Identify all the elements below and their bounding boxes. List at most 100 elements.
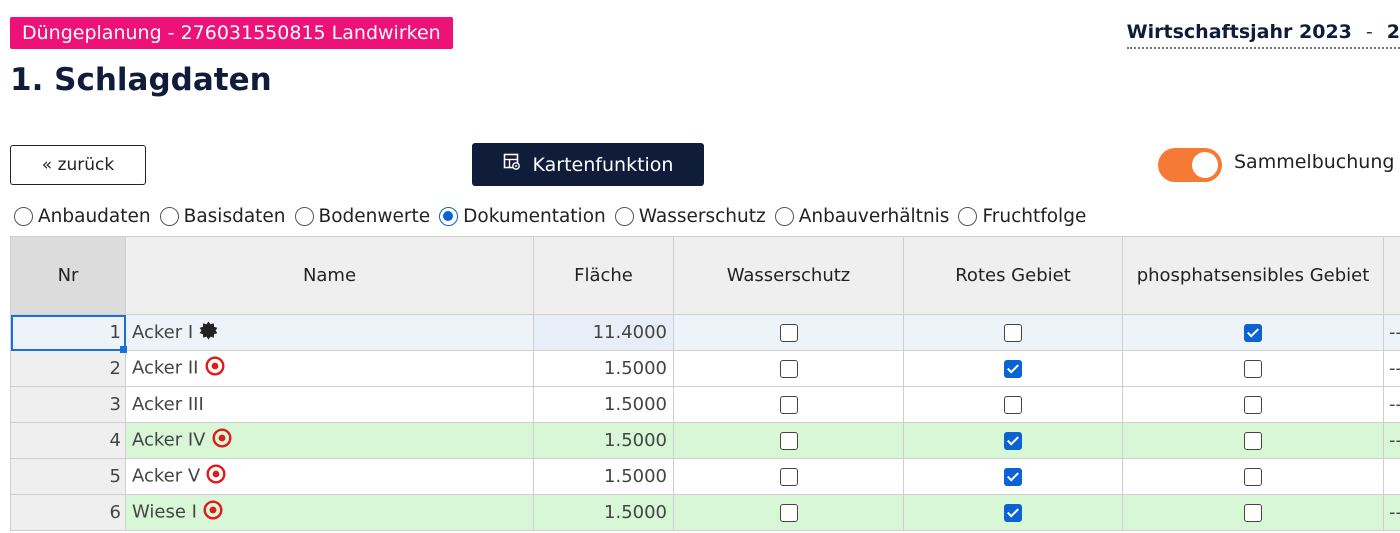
radio-button-selected[interactable] [439, 206, 459, 226]
cell-flaeche[interactable]: 1.5000 [533, 458, 674, 495]
page-title: 1. Schlagdaten [10, 62, 272, 98]
cell-nr[interactable]: 5 [10, 458, 126, 495]
cell-rotes-gebiet [903, 314, 1123, 351]
radio-button[interactable] [958, 206, 978, 226]
radio-bodenwerte[interactable]: Bodenwerte [294, 206, 430, 227]
cell-wasserschutz [673, 314, 904, 351]
cell-flaeche[interactable]: 1.5000 [533, 422, 674, 459]
field-name: Wiese I [132, 501, 197, 523]
table-row[interactable]: 6 Wiese I 1.5000 --- [10, 494, 1400, 531]
cell-nr[interactable]: 2 [10, 350, 126, 387]
rotes-gebiet-checkbox[interactable] [1004, 360, 1022, 378]
year-selector[interactable]: Wirtschaftsjahr 2023-2 [1126, 19, 1400, 49]
cell-phosphat [1122, 422, 1384, 459]
column-header-flaeche[interactable]: Fläche [533, 236, 674, 315]
radio-anbaudaten[interactable]: Anbaudaten [14, 206, 151, 227]
cell-name[interactable]: Acker I [125, 314, 534, 351]
target-icon [204, 356, 225, 381]
table-row[interactable]: 5 Acker V 1.5000 [10, 458, 1400, 495]
cell-wasserschutz [673, 494, 904, 531]
wasserschutz-checkbox[interactable] [779, 324, 798, 342]
cell-flaeche[interactable]: 1.5000 [533, 350, 674, 387]
cell-name[interactable]: Acker V [125, 458, 534, 495]
phosphat-checkbox[interactable] [1244, 504, 1262, 522]
toggle-knob [1192, 152, 1218, 178]
cell-phosphat [1122, 494, 1384, 531]
cell-phosphat [1122, 458, 1384, 495]
radio-label: Fruchtfolge [982, 205, 1087, 227]
rotes-gebiet-checkbox[interactable] [1004, 324, 1022, 342]
cell-nr[interactable]: 6 [10, 494, 126, 531]
column-header-nr[interactable]: Nr [10, 236, 126, 315]
cell-name[interactable]: Acker II [125, 350, 534, 387]
wasserschutz-checkbox[interactable] [779, 504, 798, 522]
phosphat-checkbox[interactable] [1244, 468, 1262, 486]
column-header-wasserschutz[interactable]: Wasserschutz [673, 236, 904, 315]
cell-flaeche[interactable]: 1.5000 [533, 386, 674, 423]
cell-name[interactable]: Wiese I [125, 494, 534, 531]
wasserschutz-checkbox[interactable] [779, 468, 798, 486]
cell-wasserschutz [673, 386, 904, 423]
year-label: Wirtschaftsjahr 2023 [1126, 21, 1352, 43]
cell-rotes-gebiet [903, 386, 1123, 423]
table-row[interactable]: 4 Acker IV 1.5000 --- [10, 422, 1400, 459]
table-header-row: Nr Name Fläche Wasserschutz Rotes Gebiet… [10, 236, 1400, 315]
radio-button[interactable] [294, 206, 314, 226]
radio-wasserschutz[interactable]: Wasserschutz [614, 205, 766, 227]
wasserschutz-checkbox[interactable] [779, 432, 798, 450]
radio-button[interactable] [14, 206, 33, 226]
rotes-gebiet-checkbox[interactable] [1004, 468, 1022, 486]
target-icon [203, 500, 223, 525]
selection-fill-handle[interactable] [120, 346, 127, 353]
phosphat-checkbox[interactable] [1244, 360, 1262, 378]
field-name: Acker IV [132, 429, 206, 451]
field-name: Acker I [132, 321, 194, 343]
table-row[interactable]: 2 Acker II 1.5000 --- [10, 350, 1400, 387]
table-row[interactable]: 1 Acker I 11.4000 --- [10, 314, 1400, 351]
wasserschutz-checkbox[interactable] [779, 360, 798, 378]
cell-name[interactable]: Acker IV [125, 422, 534, 459]
cell-flaeche[interactable]: 11.4000 [533, 314, 674, 351]
phosphat-checkbox[interactable] [1244, 324, 1262, 342]
cell-extra [1383, 458, 1400, 495]
cell-wasserschutz [673, 350, 904, 387]
target-icon [206, 464, 226, 489]
field-name: Acker III [132, 394, 204, 415]
column-header-phosphat[interactable]: phosphatsensibles Gebiet [1122, 236, 1384, 315]
radio-button[interactable] [159, 206, 179, 226]
phosphat-checkbox[interactable] [1244, 432, 1262, 450]
cell-nr[interactable]: 3 [10, 386, 126, 423]
radio-button[interactable] [774, 206, 794, 226]
field-name: Acker V [132, 465, 201, 487]
cell-phosphat [1122, 350, 1384, 387]
radio-anbauverhaeltnis[interactable]: Anbauverhältnis [774, 205, 950, 227]
radio-dokumentation[interactable]: Dokumentation [439, 206, 606, 227]
column-header-rotes-gebiet[interactable]: Rotes Gebiet [903, 236, 1123, 315]
radio-label: Anbaudaten [38, 205, 151, 227]
cell-rotes-gebiet [903, 494, 1123, 531]
radio-button[interactable] [614, 206, 634, 226]
map-function-label: Kartenfunktion [532, 153, 674, 176]
wasserschutz-checkbox[interactable] [779, 396, 798, 414]
radio-basisdaten[interactable]: Basisdaten [159, 206, 286, 227]
rotes-gebiet-checkbox[interactable] [1004, 504, 1022, 522]
cell-flaeche[interactable]: 1.5000 [533, 494, 674, 531]
radio-label: Wasserschutz [638, 205, 766, 227]
rotes-gebiet-checkbox[interactable] [1004, 432, 1022, 450]
phosphat-checkbox[interactable] [1244, 396, 1262, 414]
year-dash: - [1365, 21, 1373, 43]
radio-label: Anbauverhältnis [798, 205, 950, 227]
cell-wasserschutz [673, 422, 904, 459]
map-function-button[interactable]: Kartenfunktion [472, 143, 704, 186]
collective-booking-toggle[interactable] [1158, 148, 1222, 182]
map-icon [503, 153, 521, 176]
cell-nr[interactable]: 1 [10, 314, 126, 351]
column-header-name[interactable]: Name [125, 236, 534, 315]
rotes-gebiet-checkbox[interactable] [1004, 396, 1022, 414]
cell-phosphat [1122, 314, 1384, 351]
table-row[interactable]: 3 Acker III 1.5000 --- [10, 386, 1400, 423]
back-button[interactable]: « zurück [10, 145, 146, 185]
radio-fruchtfolge[interactable]: Fruchtfolge [958, 206, 1086, 227]
cell-name[interactable]: Acker III [125, 386, 534, 423]
cell-nr[interactable]: 4 [10, 422, 126, 459]
